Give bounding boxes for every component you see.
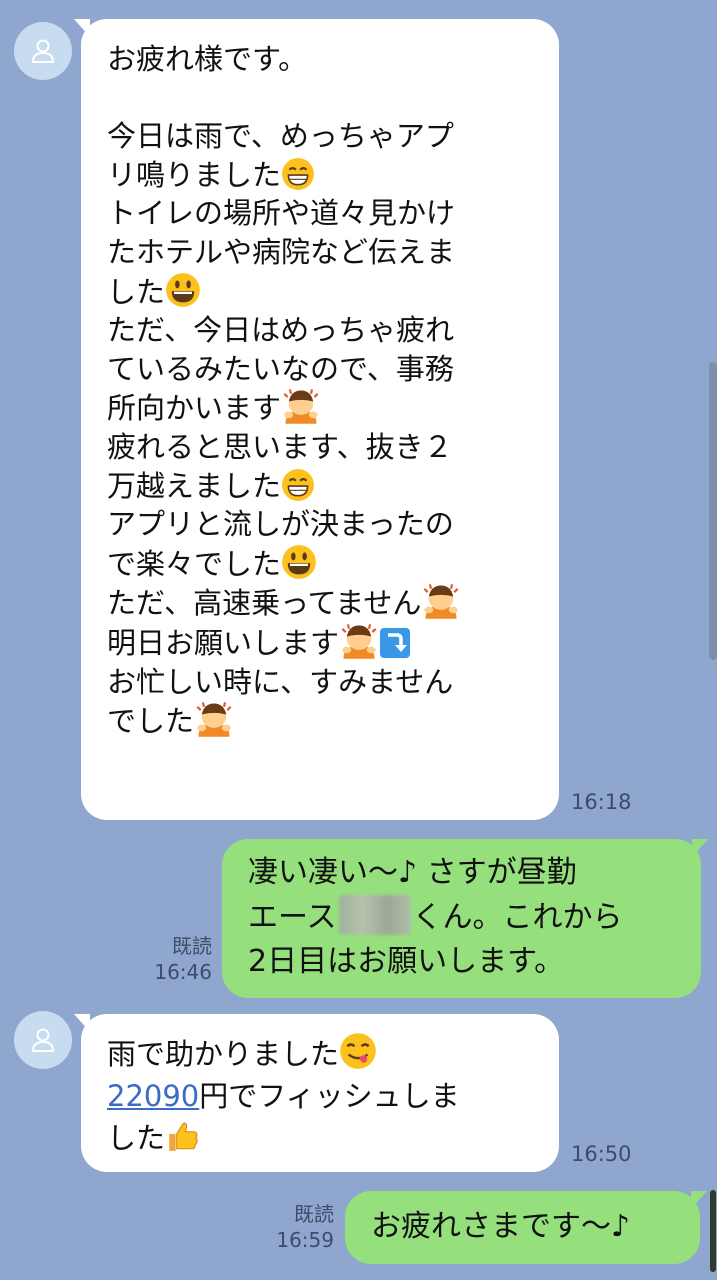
message-line: エース くん。これから	[248, 895, 701, 940]
message-line: ているみたいなので、事務	[107, 351, 454, 386]
person-icon	[31, 39, 55, 63]
amount-link[interactable]: 22090	[107, 1079, 199, 1113]
scrollbar-thumb[interactable]	[709, 362, 717, 660]
message-timestamp: 16:18	[571, 790, 632, 814]
message-line: お疲れ様です。	[107, 42, 308, 76]
incoming-message-bubble[interactable]: お疲れ様です。 今日は雨で、めっちゃアプ リ鳴りました トイレの場所や道々見かけ…	[74, 19, 559, 820]
message-line: 明日お願いします	[107, 623, 559, 663]
message-timestamp: 16:46	[154, 960, 212, 984]
avatar[interactable]	[14, 1011, 72, 1069]
incoming-message-bubble[interactable]: 雨で助かりました 22090円でフィッシュしま した	[74, 1014, 559, 1172]
bowing-person-icon	[421, 583, 461, 619]
message-line: 22090円でフィッシュしま	[107, 1079, 460, 1113]
redacted-name	[338, 895, 411, 935]
message-line: 凄い凄い〜♪ さすが昼勤	[248, 855, 577, 890]
message-line: 2日目はお願いします。	[248, 944, 565, 979]
smiling-face-icon	[165, 272, 201, 308]
message-line: 雨で助かりました	[107, 1032, 559, 1075]
outgoing-message-bubble[interactable]: お疲れさまです〜♪	[345, 1191, 707, 1264]
person-icon	[31, 1028, 55, 1052]
arrow-curving-down-icon	[379, 627, 411, 659]
message-line: 万越えました	[107, 467, 559, 506]
bowing-person-icon	[281, 388, 321, 424]
thumbs-up-icon	[165, 1118, 199, 1154]
scrollbar-thumb[interactable]	[710, 1190, 716, 1272]
message-line: たホテルや病院など伝えま	[107, 234, 456, 269]
message-line: ただ、今日はめっちゃ疲れ	[107, 313, 455, 348]
avatar[interactable]	[14, 22, 72, 80]
bowing-person-icon	[194, 701, 234, 737]
message-line: トイレの場所や道々見かけ	[107, 196, 456, 231]
message-line: アプリと流しが決まったの	[107, 507, 454, 542]
message-line: リ鳴りました	[107, 156, 559, 195]
message-line: した	[107, 1117, 559, 1159]
message-line: お忙しい時に、すみません	[107, 664, 454, 699]
message-line: ただ、高速乗ってません	[107, 583, 559, 623]
grinning-face-icon	[281, 468, 315, 502]
message-line: した	[107, 272, 559, 312]
read-receipt: 既読 16:46	[150, 933, 212, 985]
message-timestamp: 16:50	[571, 1142, 632, 1166]
face-savoring-food-icon	[339, 1032, 377, 1070]
message-line: 疲れると思います、抜き２	[107, 429, 453, 464]
message-timestamp: 16:59	[276, 1228, 334, 1252]
message-line: で楽々でした	[107, 544, 559, 584]
read-label: 既読	[172, 934, 212, 958]
read-label: 既読	[294, 1202, 334, 1226]
grinning-face-icon	[281, 157, 315, 191]
message-line: 所向かいます	[107, 388, 559, 428]
message-line: お疲れさまです〜♪	[371, 1209, 631, 1244]
message-line	[107, 79, 559, 118]
message-line: でした	[107, 701, 559, 741]
outgoing-message-bubble[interactable]: 凄い凄い〜♪ さすが昼勤 エース くん。これから 2日目はお願いします。	[222, 839, 708, 998]
message-line: 今日は雨で、めっちゃアプ	[107, 119, 454, 154]
bowing-person-icon	[339, 623, 379, 659]
smiling-face-icon	[281, 544, 317, 580]
read-receipt: 既読 16:59	[272, 1201, 334, 1253]
